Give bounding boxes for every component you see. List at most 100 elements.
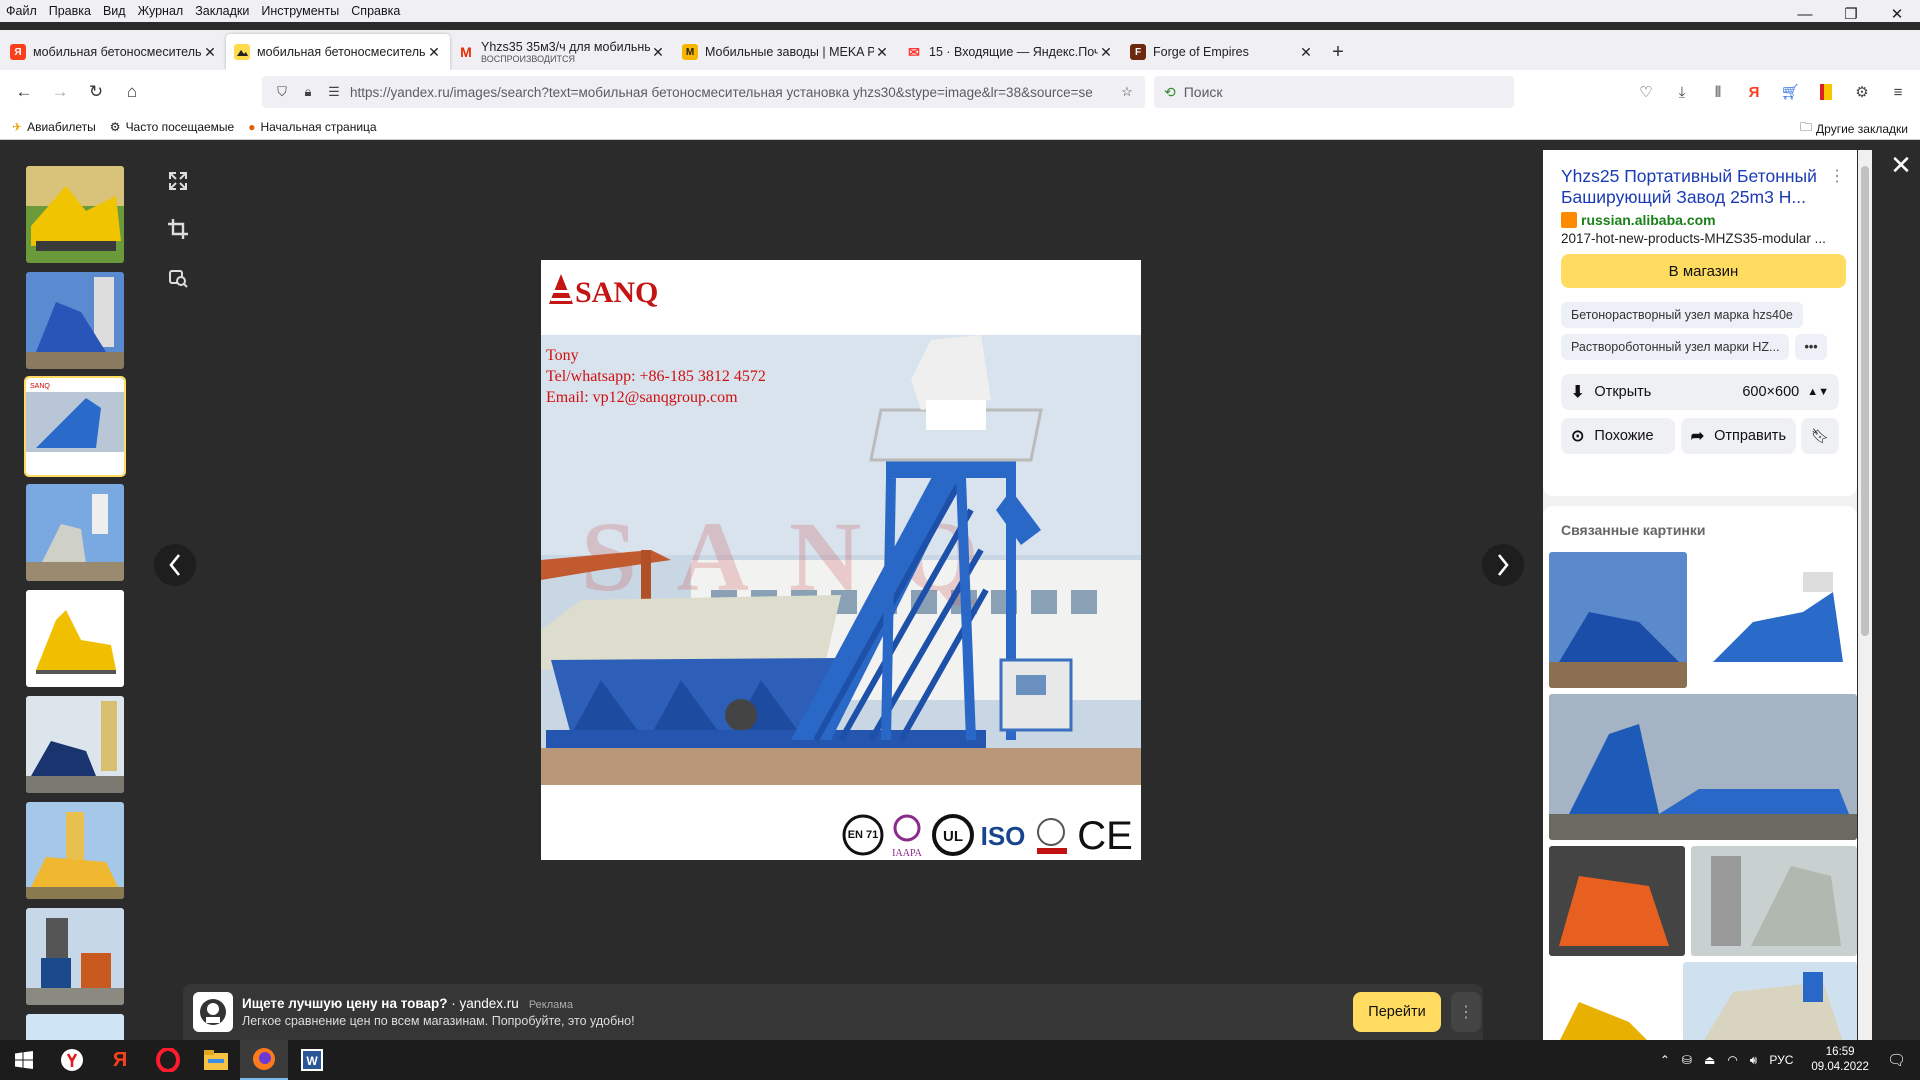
bookmark-item[interactable]: ⚙ Часто посещаемые (110, 120, 234, 134)
share-button[interactable]: ➦ Отправить (1680, 418, 1796, 454)
thumbnail-selected[interactable]: SANQ (24, 376, 126, 477)
main-image[interactable]: SANQ SANQ Tony Tel/whatsapp: +86-185 381… (541, 260, 1141, 860)
maximize-button[interactable]: ❐ (1828, 0, 1874, 28)
related-image[interactable] (1549, 962, 1679, 1040)
chevron-up-icon[interactable]: ⌃ (1660, 1053, 1670, 1067)
reload-icon[interactable]: ↻ (80, 76, 112, 108)
close-window-button[interactable]: ✕ (1874, 0, 1920, 28)
yandex-icon[interactable]: Я (96, 1040, 144, 1080)
url-text[interactable]: https://yandex.ru/images/search?text=моб… (350, 85, 1117, 100)
permissions-icon[interactable]: ☰ (324, 84, 344, 100)
thumbnail[interactable] (26, 802, 124, 899)
yandex-extension-icon[interactable]: Я (1736, 76, 1772, 108)
shop-button[interactable]: В магазин (1561, 254, 1846, 288)
wifi-icon[interactable]: ◠ (1727, 1053, 1737, 1067)
clock[interactable]: 16:59 09.04.2022 (1811, 1045, 1869, 1075)
address-bar[interactable]: ⛉ 🔒︎ ☰ https://yandex.ru/images/search?t… (262, 76, 1145, 108)
word-icon[interactable]: W (288, 1040, 336, 1080)
menu-view[interactable]: Вид (103, 4, 126, 18)
scrollbar-thumb[interactable] (1861, 166, 1869, 636)
similar-button[interactable]: ⊙ Похожие (1561, 418, 1675, 454)
ad-domain[interactable]: · yandex.ru (448, 996, 519, 1011)
more-options-icon[interactable]: ⋮ (1829, 166, 1845, 186)
back-icon[interactable]: ← (8, 76, 40, 108)
more-tags-button[interactable]: ••• (1795, 334, 1827, 360)
close-tab-icon[interactable]: ✕ (874, 44, 890, 61)
ad-go-button[interactable]: Перейти (1353, 992, 1441, 1032)
menu-help[interactable]: Справка (351, 4, 400, 18)
related-image[interactable] (1691, 846, 1857, 956)
star-icon[interactable]: ☆ (1117, 84, 1137, 100)
cart-icon[interactable]: 🛒︎ (1772, 76, 1808, 108)
bookmark-item[interactable]: ✈ Авиабилеты (12, 120, 96, 134)
open-button[interactable]: ⬇ Открыть 600×600 ▲▼ (1561, 374, 1839, 410)
related-image[interactable] (1549, 552, 1687, 688)
pocket-icon[interactable]: ♡ (1628, 76, 1664, 108)
volume-icon[interactable]: 🔊︎ (1750, 1053, 1758, 1068)
thumbnail[interactable] (26, 166, 124, 263)
menu-file[interactable]: Файл (6, 4, 37, 18)
fullscreen-icon[interactable] (162, 165, 194, 197)
shield-icon[interactable]: ⛉ (272, 84, 292, 100)
menu-edit[interactable]: Правка (49, 4, 91, 18)
bookmark-item[interactable]: ● Начальная страница (248, 120, 376, 134)
next-image-button[interactable] (1482, 544, 1524, 586)
tab-meka[interactable]: M Мобильные заводы | MEKA Ро ✕ (674, 34, 898, 70)
menu-tools[interactable]: Инструменты (261, 4, 339, 18)
thumbnail[interactable] (26, 590, 124, 687)
close-tab-icon[interactable]: ✕ (426, 44, 442, 61)
source-site[interactable]: russian.alibaba.com (1561, 212, 1839, 228)
related-image[interactable] (1549, 694, 1857, 840)
tab-forge-of-empires[interactable]: F Forge of Empires ✕ (1122, 34, 1322, 70)
related-image[interactable] (1549, 846, 1685, 956)
download-icon[interactable]: ⤓ (1664, 76, 1700, 108)
home-icon[interactable]: ⌂ (116, 76, 148, 108)
tag-chip[interactable]: Бетонорастворный узел марка hzs40e (1561, 302, 1803, 328)
close-tab-icon[interactable]: ✕ (202, 44, 218, 61)
firefox-icon[interactable] (240, 1040, 288, 1080)
tab-alibaba[interactable]: M Yhzs35 35м3/ч для мобильных ВОСПРОИЗВО… (450, 34, 674, 70)
other-bookmarks[interactable]: 🗀 Другие закладки (1800, 118, 1908, 139)
minimize-button[interactable]: — (1782, 0, 1828, 28)
library-icon[interactable]: ⫴ (1700, 76, 1736, 108)
prev-image-button[interactable] (154, 544, 196, 586)
close-tab-icon[interactable]: ✕ (1298, 44, 1314, 61)
lock-icon[interactable]: 🔒︎ (298, 84, 318, 100)
network-device-icon[interactable]: ⛁ (1682, 1053, 1692, 1067)
source-title[interactable]: Yhzs25 Портативный Бетонный Баширующий З… (1561, 166, 1829, 208)
image-search-icon[interactable] (162, 261, 194, 293)
ad-banner[interactable]: Ищете лучшую цену на товар? · yandex.ru Р… (183, 984, 1483, 1040)
related-image[interactable] (1683, 962, 1857, 1040)
thumbnail[interactable] (26, 484, 124, 581)
menu-bookmarks[interactable]: Закладки (195, 4, 249, 18)
language-indicator[interactable]: РУС (1769, 1053, 1793, 1067)
tab-yandex-mail[interactable]: ✉ 15 · Входящие — Яндекс.Почта ✕ (898, 34, 1122, 70)
opera-icon[interactable] (144, 1040, 192, 1080)
menu-history[interactable]: Журнал (138, 4, 184, 18)
tab-yandex-images[interactable]: мобильная бетоносмесительная ✕ (226, 34, 450, 70)
close-tab-icon[interactable]: ✕ (650, 44, 666, 61)
crop-icon[interactable] (162, 213, 194, 245)
panel-scrollbar[interactable] (1858, 150, 1872, 1040)
related-image[interactable] (1693, 552, 1857, 688)
close-viewer-icon[interactable]: ✕ (1884, 148, 1918, 182)
tag-chip[interactable]: Раствороботонный узел марки HZ... (1561, 334, 1790, 360)
thumbnail[interactable] (26, 272, 124, 369)
size-select[interactable]: 600×600 ▲▼ (1742, 384, 1829, 400)
notifications-icon[interactable]: 🗨︎ (1887, 1051, 1906, 1069)
search-input[interactable]: ⟲ Поиск (1154, 76, 1514, 108)
thumbnail[interactable] (26, 696, 124, 793)
new-tab-button[interactable]: + (1322, 34, 1354, 70)
extension-icon[interactable]: ⚙ (1844, 76, 1880, 108)
tab-yandex-search[interactable]: Я мобильная бетоносмесительная ✕ (2, 34, 226, 70)
thumbnail[interactable] (26, 908, 124, 1005)
bookmark-extension-icon[interactable] (1808, 76, 1844, 108)
ad-more-icon[interactable]: ⋮ (1451, 992, 1481, 1032)
yandex-browser-icon[interactable] (48, 1040, 96, 1080)
menu-icon[interactable]: ≡ (1880, 76, 1916, 108)
start-icon[interactable] (0, 1040, 48, 1080)
forward-icon[interactable]: → (44, 76, 76, 108)
file-explorer-icon[interactable] (192, 1040, 240, 1080)
close-tab-icon[interactable]: ✕ (1098, 44, 1114, 61)
usb-icon[interactable]: ⏏ (1704, 1053, 1715, 1067)
